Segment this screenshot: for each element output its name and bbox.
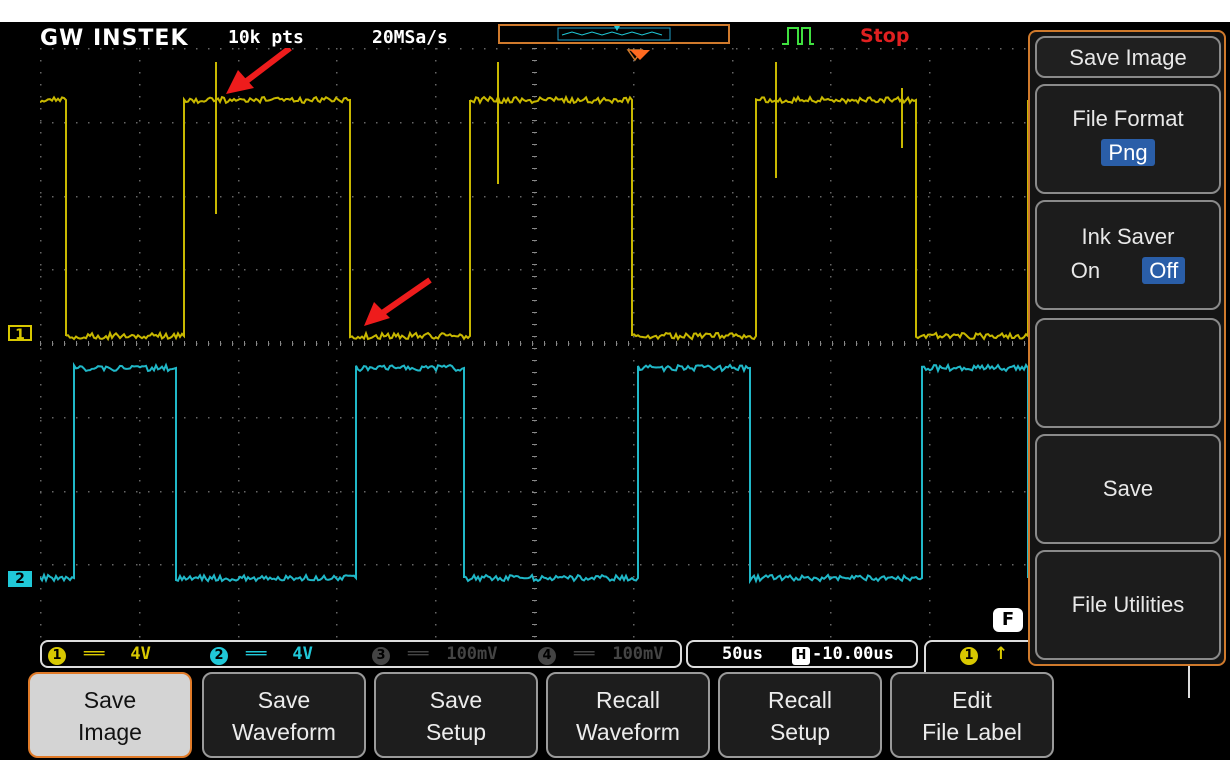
function-indicator: F: [993, 608, 1023, 632]
ink-saver-label: Ink Saver: [1037, 224, 1219, 250]
save-setup-softkey[interactable]: Save Setup: [374, 672, 538, 758]
file-format-button[interactable]: File Format Png: [1035, 84, 1221, 194]
save-image-softkey[interactable]: Save Image: [28, 672, 192, 758]
ch3-info[interactable]: 3 ══ 100mV: [372, 644, 498, 665]
file-format-label: File Format: [1037, 106, 1219, 132]
memory-overview-bar: [498, 24, 730, 44]
ch1-info[interactable]: 1 ══ 4V: [48, 644, 151, 665]
recall-setup-softkey[interactable]: Recall Setup: [718, 672, 882, 758]
horizontal-position-icon: H: [792, 644, 810, 665]
timebase-box[interactable]: 50us H -10.00us: [686, 640, 918, 668]
timebase-value: 50us: [722, 644, 763, 664]
memory-overview-waveform-icon: [500, 26, 728, 42]
file-utilities-button[interactable]: File Utilities: [1035, 550, 1221, 660]
side-menu-title: Save Image: [1035, 36, 1221, 78]
record-length: 10k pts: [228, 27, 304, 48]
file-format-value: Png: [1101, 139, 1154, 166]
waveform-graticule: [40, 48, 1028, 638]
recall-waveform-softkey[interactable]: Recall Waveform: [546, 672, 710, 758]
sample-rate: 20MSa/s: [372, 27, 448, 48]
ch1-ground-marker[interactable]: 1: [8, 325, 32, 341]
ink-saver-off-option: Off: [1142, 257, 1185, 284]
rising-edge-icon: ↑: [994, 644, 1008, 664]
trigger-source: 1: [960, 647, 978, 665]
ink-saver-on-option: On: [1071, 258, 1100, 283]
empty-side-button[interactable]: [1035, 318, 1221, 428]
ink-saver-button[interactable]: Ink Saver On Off: [1035, 200, 1221, 310]
channel-info-bar: 1 ══ 4V 2 ══ 4V 3 ══ 100mV 4 ══ 100mV 50…: [40, 640, 1190, 668]
save-waveform-softkey[interactable]: Save Waveform: [202, 672, 366, 758]
run-state-indicator: Stop: [860, 25, 909, 47]
side-menu: Save Image File Format Png Ink Saver On …: [1028, 30, 1226, 666]
horizontal-position-value: -10.00us: [812, 644, 894, 664]
ch2-info[interactable]: 2 ══ 4V: [210, 644, 313, 665]
save-button[interactable]: Save: [1035, 434, 1221, 544]
trigger-edge-icon: [780, 24, 816, 46]
channel-scale-box: 1 ══ 4V 2 ══ 4V 3 ══ 100mV 4 ══ 100mV: [40, 640, 682, 668]
ch2-ground-marker[interactable]: 2: [8, 571, 32, 587]
ch4-info[interactable]: 4 ══ 100mV: [538, 644, 664, 665]
edit-file-label-softkey[interactable]: Edit File Label: [890, 672, 1054, 758]
